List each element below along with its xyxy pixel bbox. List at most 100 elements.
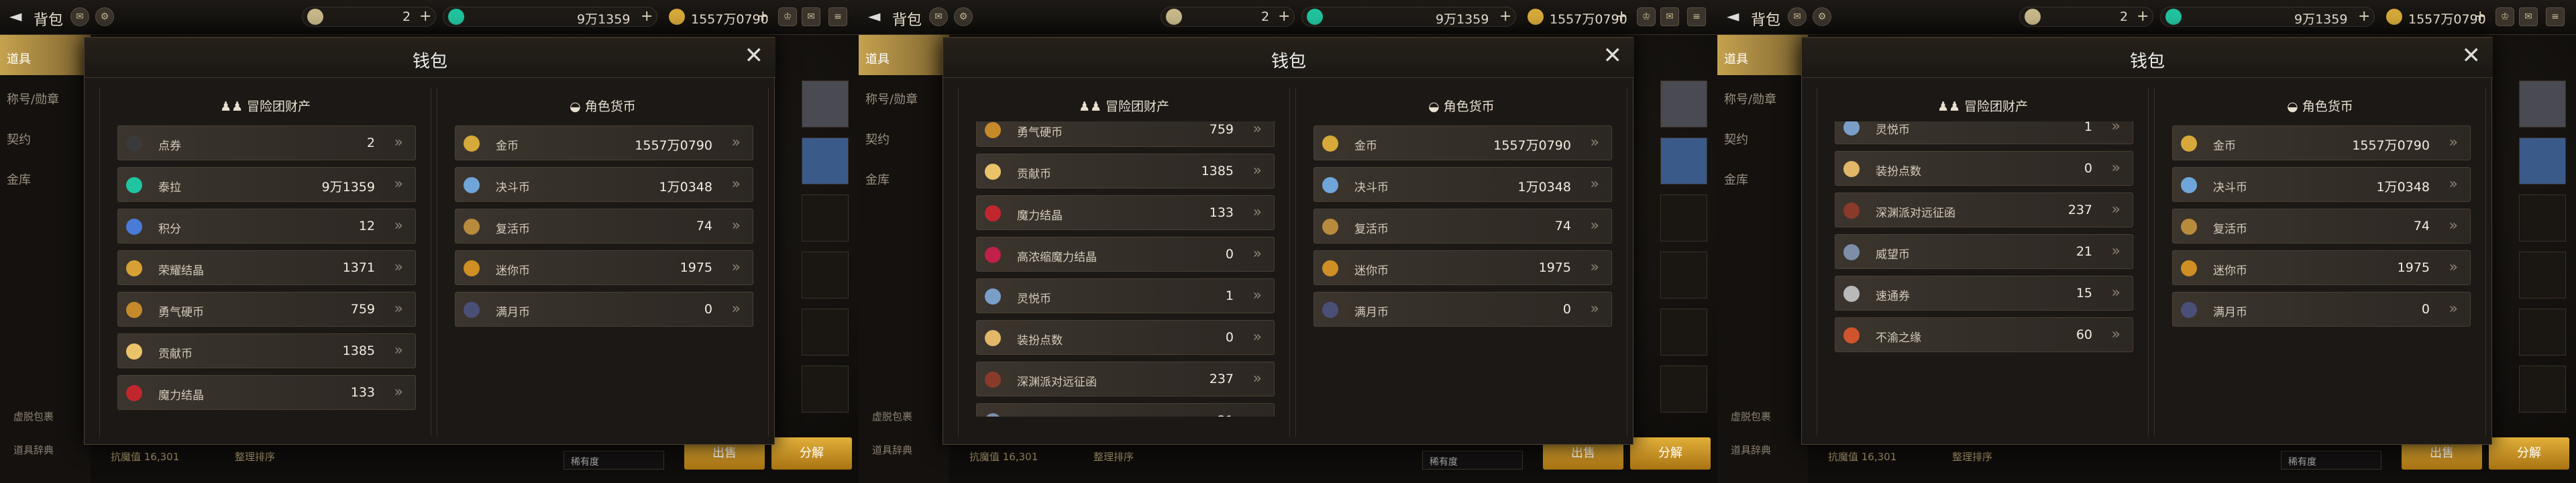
sort-button[interactable]: 整理排序 <box>1952 449 1992 464</box>
inventory-slot[interactable] <box>1660 195 1707 241</box>
character-list[interactable]: 金币 1557万0790 » 决斗币 1万0348 » 复活币 74 » 迷你币 1975 » 满月币 0… <box>2172 121 2471 417</box>
chevron-right-icon[interactable]: » <box>1591 301 1599 317</box>
currency-row[interactable]: 迷你币 1975 » <box>2172 250 2471 285</box>
nav-item-contract[interactable]: 契约 <box>1717 115 1808 156</box>
tera-add-button[interactable]: + <box>1499 8 1511 25</box>
adventure-list[interactable]: 点券 2 » 泰拉 9万1359 » 积分 12 » 荣耀结晶 1371 » 勇气硬币 759 » 贡献币 13… <box>117 121 416 417</box>
chevron-right-icon[interactable]: » <box>2112 201 2121 218</box>
chevron-right-icon[interactable]: » <box>394 384 403 400</box>
chevron-right-icon[interactable]: » <box>732 301 741 317</box>
chevron-right-icon[interactable]: » <box>2449 176 2458 193</box>
currency-row[interactable]: 贡献币 1385 » <box>117 333 416 368</box>
currency-row[interactable]: 满月币 0 » <box>455 292 753 327</box>
coupon-add-button[interactable]: + <box>1278 8 1290 25</box>
back-arrow-icon[interactable]: ◄ <box>1727 7 1739 25</box>
back-arrow-icon[interactable]: ◄ <box>9 7 21 25</box>
tera-add-button[interactable]: + <box>641 8 653 25</box>
currency-row[interactable]: 深渊派对远征函 237 » <box>976 362 1275 396</box>
coupon-add-button[interactable]: + <box>419 8 431 25</box>
decompose-button[interactable]: 分解 <box>2489 437 2569 470</box>
nav-item-vault[interactable]: 金库 <box>1717 156 1808 196</box>
chevron-right-icon[interactable]: » <box>1253 412 1262 417</box>
chevron-right-icon[interactable]: » <box>1253 329 1262 345</box>
chevron-right-icon[interactable]: » <box>2449 134 2458 151</box>
nav-item-titles[interactable]: 称号/勋章 <box>0 75 91 115</box>
leftbottom-link-1[interactable]: 虚脱包裹 <box>13 409 54 423</box>
currency-row[interactable]: 金币 1557万0790 » <box>455 125 753 160</box>
inventory-slot[interactable] <box>802 366 849 413</box>
currency-row[interactable]: 复活币 74 » <box>1313 209 1612 244</box>
nav-item-items[interactable]: 道具 <box>859 35 949 75</box>
leftbottom-link-2[interactable]: 道具辞典 <box>872 443 912 457</box>
chevron-right-icon[interactable]: » <box>2449 259 2458 276</box>
nav-item-items[interactable]: 道具 <box>1717 35 1808 75</box>
inventory-slot[interactable] <box>2519 195 2566 241</box>
mail-icon[interactable]: ✉ <box>70 7 89 26</box>
nav-item-vault[interactable]: 金库 <box>859 156 949 196</box>
settings-icon[interactable]: ⚙ <box>1813 7 1831 26</box>
settings-icon[interactable]: ⚙ <box>954 7 973 26</box>
currency-row[interactable]: 迷你币 1975 » <box>1313 250 1612 285</box>
tera-add-button[interactable]: + <box>2358 8 2370 25</box>
chevron-right-icon[interactable]: » <box>1591 134 1599 151</box>
currency-row[interactable]: 深渊派对远征函 237 » <box>1835 193 2133 227</box>
gold-add-button[interactable]: + <box>2474 8 2486 25</box>
adventure-list[interactable]: 高浓缩魔力结晶0»灵悦币1»装扮点数0»深渊派对远征函237»威望币21»速通券… <box>1835 121 2133 417</box>
mail-box-icon[interactable]: ✉ <box>1660 7 1679 26</box>
nav-item-vault[interactable]: 金库 <box>0 156 91 196</box>
character-list[interactable]: 金币 1557万0790 » 决斗币 1万0348 » 复活币 74 » 迷你币 1975 » 满月币 0… <box>1313 121 1612 417</box>
nav-item-contract[interactable]: 契约 <box>0 115 91 156</box>
nav-item-titles[interactable]: 称号/勋章 <box>1717 75 1808 115</box>
currency-row[interactable]: 勇气硬币 759 » <box>976 121 1275 147</box>
inventory-slot[interactable] <box>802 309 849 356</box>
chevron-right-icon[interactable]: » <box>1253 121 1262 138</box>
currency-row[interactable]: 灵悦币 1 » <box>976 278 1275 313</box>
inventory-slot[interactable] <box>802 80 849 127</box>
currency-row[interactable]: 满月币 0 » <box>2172 292 2471 327</box>
currency-row[interactable]: 魔力结晶 133 » <box>117 375 416 410</box>
decompose-button[interactable]: 分解 <box>771 437 852 470</box>
leftbottom-link-2[interactable]: 道具辞典 <box>1731 443 1771 457</box>
mail-box-icon[interactable]: ✉ <box>802 7 820 26</box>
chevron-right-icon[interactable]: » <box>1591 176 1599 193</box>
currency-row[interactable]: 迷你币 1975 » <box>455 250 753 285</box>
inventory-slot[interactable] <box>802 195 849 241</box>
chevron-right-icon[interactable]: » <box>1253 287 1262 304</box>
chevron-right-icon[interactable]: » <box>394 342 403 359</box>
inventory-slot[interactable] <box>1660 252 1707 299</box>
inventory-slot[interactable] <box>1660 309 1707 356</box>
gold-add-button[interactable]: + <box>1615 8 1627 25</box>
inventory-slot[interactable] <box>1660 80 1707 127</box>
chevron-right-icon[interactable]: » <box>1253 204 1262 221</box>
leftbottom-link-1[interactable]: 虚脱包裹 <box>872 409 912 423</box>
crown-icon[interactable]: ♔ <box>1637 7 1656 26</box>
chevron-right-icon[interactable]: » <box>2112 326 2121 343</box>
chevron-right-icon[interactable]: » <box>1591 217 1599 234</box>
chevron-right-icon[interactable]: » <box>1253 370 1262 387</box>
currency-row[interactable]: 荣耀结晶 1371 » <box>117 250 416 285</box>
chevron-right-icon[interactable]: » <box>394 176 403 193</box>
rarity-select[interactable]: 稀有度 <box>2281 451 2381 470</box>
currency-row[interactable]: 满月币 0 » <box>1313 292 1612 327</box>
currency-row[interactable]: 勇气硬币 759 » <box>117 292 416 327</box>
currency-row[interactable]: 金币 1557万0790 » <box>2172 125 2471 160</box>
chevron-right-icon[interactable]: » <box>394 217 403 234</box>
mail-icon[interactable]: ✉ <box>1788 7 1807 26</box>
currency-row[interactable]: 决斗币 1万0348 » <box>2172 167 2471 202</box>
chevron-right-icon[interactable]: » <box>2112 121 2121 135</box>
rarity-select[interactable]: 稀有度 <box>1422 451 1523 470</box>
mail-box-icon[interactable]: ✉ <box>2519 7 2538 26</box>
chevron-right-icon[interactable]: » <box>1253 162 1262 179</box>
gold-add-button[interactable]: + <box>757 8 769 25</box>
sort-button[interactable]: 整理排序 <box>235 449 275 464</box>
inventory-slot[interactable] <box>2519 80 2566 127</box>
chevron-right-icon[interactable]: » <box>2112 243 2121 260</box>
chevron-right-icon[interactable]: » <box>732 259 741 276</box>
inventory-slot[interactable] <box>2519 309 2566 356</box>
currency-row[interactable]: 金币 1557万0790 » <box>1313 125 1612 160</box>
currency-row[interactable]: 装扮点数 0 » <box>1835 151 2133 186</box>
currency-row[interactable]: 威望币 21 » <box>1835 234 2133 269</box>
settings-icon[interactable]: ⚙ <box>95 7 114 26</box>
crown-icon[interactable]: ♔ <box>2496 7 2514 26</box>
leftbottom-link-2[interactable]: 道具辞典 <box>13 443 54 457</box>
